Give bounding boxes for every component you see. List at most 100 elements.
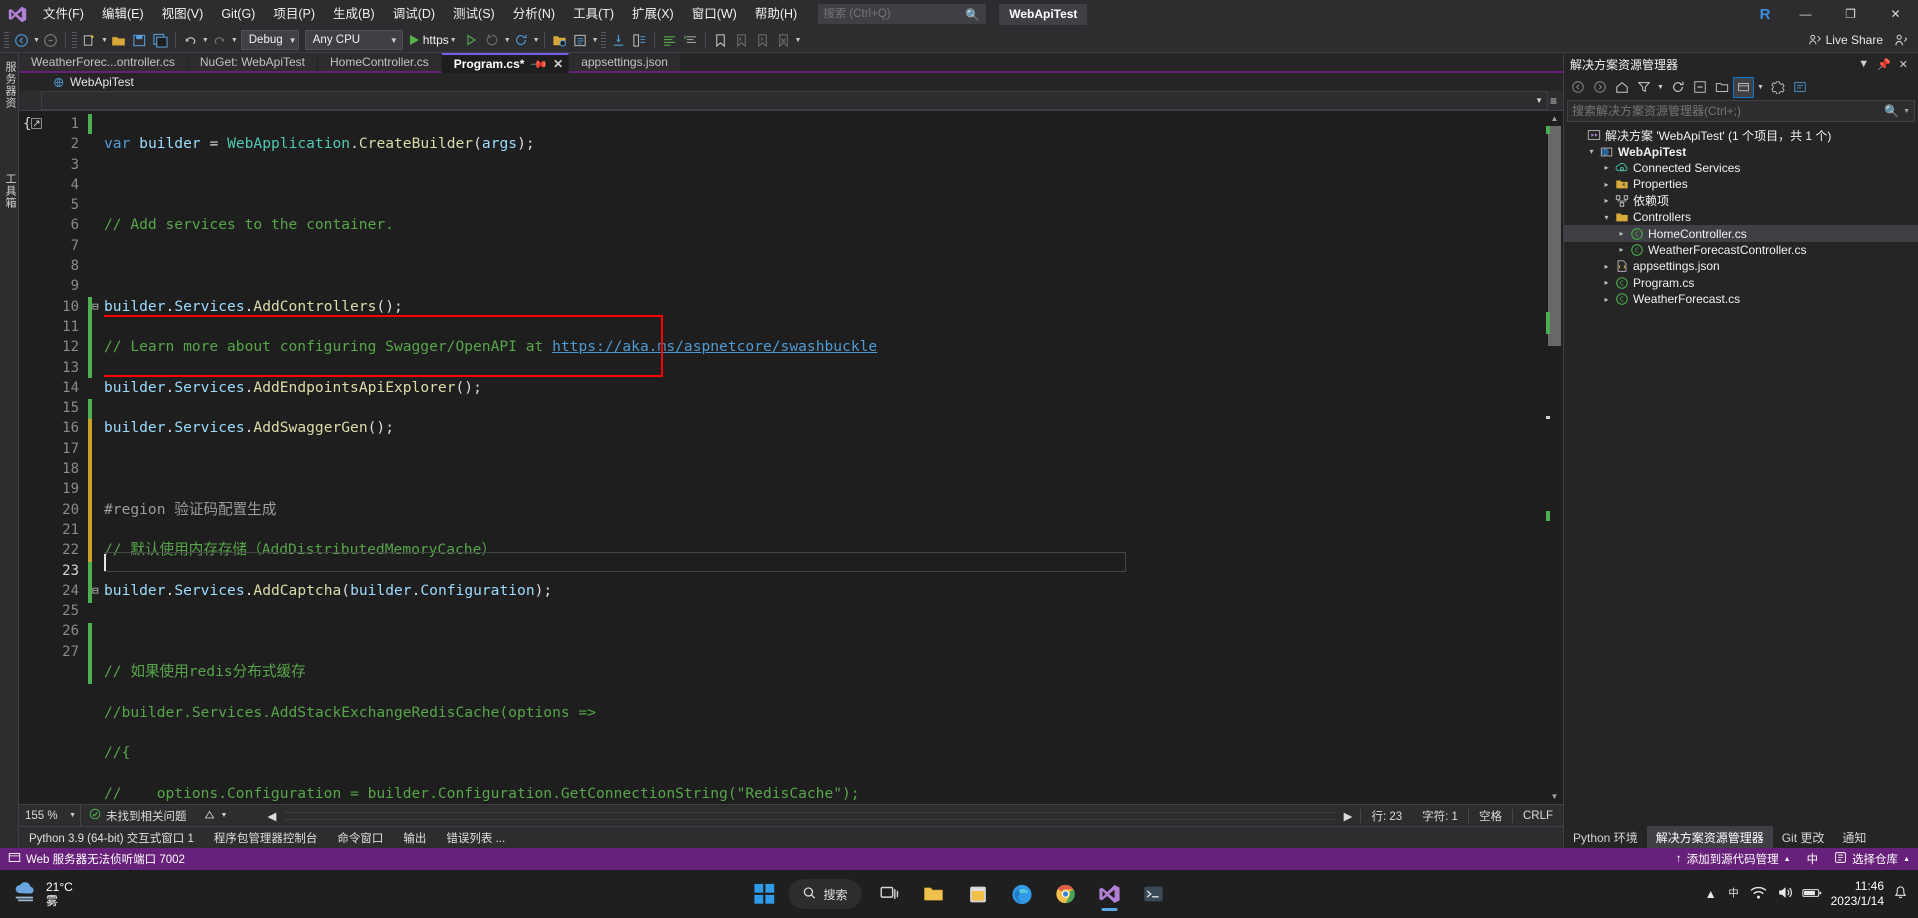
file-explorer-button[interactable] [914, 874, 954, 914]
new-project-dropdown-icon[interactable]: ▼ [101, 37, 108, 44]
panel-pin-icon[interactable]: 📌 [1873, 58, 1895, 71]
view-chevron-icon[interactable]: ▼ [1755, 77, 1766, 98]
navigation-member-dropdown[interactable]: ▼ [41, 91, 1548, 110]
error-list-label[interactable]: 错误列表 ... [436, 827, 515, 849]
twisty-closed-8[interactable]: ▸ [1600, 262, 1613, 271]
solution-explorer-search-input[interactable] [1572, 104, 1885, 118]
back-icon[interactable] [1567, 77, 1588, 98]
terminal-button[interactable] [1134, 874, 1174, 914]
menu-tools[interactable]: 工具(T) [564, 0, 623, 28]
select-repository-button[interactable]: 选择仓库 ▲ [1826, 848, 1918, 870]
expand-outlining-icon[interactable] [30, 117, 43, 133]
google-chrome-button[interactable] [1046, 874, 1086, 914]
forward-icon[interactable] [1589, 77, 1610, 98]
tab-homecontroller[interactable]: HomeController.cs [318, 53, 442, 73]
refresh-icon[interactable] [511, 29, 532, 51]
hot-reload-dropdown-icon[interactable]: ▼ [504, 37, 511, 44]
microsoft-store-button[interactable] [958, 874, 998, 914]
tab-appsettings-json[interactable]: appsettings.json [569, 53, 681, 73]
twisty-closed-3[interactable]: ▸ [1600, 180, 1613, 189]
intellicode-indicator[interactable]: ▼ [195, 805, 236, 827]
navigate-backward-dropdown-icon[interactable]: ▼ [33, 37, 40, 44]
scroll-left-icon[interactable]: ◀ [259, 805, 284, 827]
ime-tray-icon[interactable]: 中 [1726, 885, 1741, 903]
solution-explorer-search-box[interactable]: 🔍 ▼ [1567, 100, 1915, 122]
zoom-control[interactable]: 155 % ▼ [19, 804, 81, 827]
tree-item-connected-services[interactable]: ▸ Connected Services [1564, 160, 1918, 176]
tree-item-properties[interactable]: ▸ Properties [1564, 176, 1918, 192]
tree-item-weatherforecastcontroller[interactable]: ▸ C WeatherForecastController.cs [1564, 242, 1918, 258]
ime-indicator[interactable]: 中 [1799, 848, 1827, 870]
weather-widget[interactable]: 21°C 雾 [0, 879, 150, 909]
horizontal-scrollbar[interactable] [284, 811, 1336, 820]
start-button[interactable] [744, 874, 784, 914]
next-bookmark-icon[interactable] [752, 29, 773, 51]
tab-weatherforecastcontroller[interactable]: WeatherForec...ontroller.cs [19, 53, 188, 73]
volume-icon[interactable] [1776, 884, 1793, 904]
menu-edit[interactable]: 编辑(E) [93, 0, 153, 28]
fold-region-icon[interactable]: ⊟ [92, 297, 104, 317]
open-file-icon[interactable] [108, 29, 129, 51]
indentation-indicator[interactable]: 空格 [1469, 805, 1512, 827]
clear-bookmarks-icon[interactable] [773, 29, 794, 51]
package-manager-console-label[interactable]: 程序包管理器控制台 [204, 827, 328, 849]
collapse-all-icon[interactable] [1689, 77, 1710, 98]
previous-bookmark-icon[interactable] [731, 29, 752, 51]
taskbar-clock[interactable]: 11:46 2023/1/14 [1831, 879, 1884, 909]
twisty-closed-4[interactable]: ▸ [1600, 196, 1613, 205]
start-debug-dropdown-icon[interactable]: ▼ [450, 37, 457, 44]
toolbar-grip-2[interactable] [71, 32, 77, 48]
menu-view[interactable]: 视图(V) [153, 0, 213, 28]
outlining-margin[interactable]: ⊟ ⊟ [92, 111, 104, 804]
glyph-margin[interactable]: { [19, 111, 45, 804]
refresh-solution-icon[interactable] [1667, 77, 1688, 98]
tab-program-cs[interactable]: Program.cs* 📌 ✕ [441, 53, 570, 73]
network-icon[interactable] [1750, 884, 1767, 904]
scroll-right-icon[interactable]: ▶ [1336, 805, 1361, 827]
maximize-button[interactable]: ❐ [1828, 0, 1873, 28]
swashbuckle-link[interactable]: https://aka.ms/aspnetcore/swashbuckle [552, 338, 877, 355]
search-chevron-icon[interactable]: ▼ [1903, 108, 1910, 115]
toggle-bookmark-icon[interactable] [710, 29, 731, 51]
properties-window-icon[interactable] [1767, 77, 1788, 98]
code-editor[interactable]: { 123456789 10 11 12 13 14 15 16 17 18 19 20 21 22 … [19, 111, 1563, 804]
start-debug-button[interactable]: https ▼ [406, 29, 461, 51]
menu-project[interactable]: 项目(P) [264, 0, 324, 28]
preview-selected-items-icon[interactable] [1789, 77, 1810, 98]
refresh-dropdown-icon[interactable]: ▼ [533, 37, 540, 44]
solution-explorer-dropdown-icon[interactable]: ▼ [592, 37, 599, 44]
show-all-files-icon[interactable] [1711, 77, 1732, 98]
step-over-icon[interactable] [629, 29, 650, 51]
minimize-button[interactable]: — [1783, 0, 1828, 28]
save-all-icon[interactable] [150, 29, 171, 51]
tray-expand-icon[interactable]: ▲ [1705, 887, 1717, 901]
solution-tree[interactable]: 解决方案 'WebApiTest' (1 个项目，共 1 个) ▾ WebApi… [1564, 125, 1918, 826]
menu-build[interactable]: 生成(B) [324, 0, 384, 28]
toolbar-grip-3[interactable] [600, 32, 606, 48]
menu-analyze[interactable]: 分析(N) [504, 0, 564, 28]
twisty-open-5[interactable]: ▾ [1600, 213, 1613, 222]
tab-nuget-webapitest[interactable]: NuGet: WebApiTest [187, 53, 319, 73]
fold-if-icon[interactable]: ⊟ [92, 581, 104, 601]
taskbar-search-button[interactable]: 搜索 [788, 879, 862, 909]
scrollbar-track[interactable] [1546, 126, 1561, 789]
twisty-closed-9[interactable]: ▸ [1600, 278, 1613, 287]
tab-git-changes[interactable]: Git 更改 [1773, 826, 1834, 848]
global-search-box[interactable]: 🔍 [818, 4, 987, 24]
global-search-input[interactable] [823, 8, 969, 20]
menu-file[interactable]: 文件(F) [34, 0, 93, 28]
account-avatar[interactable]: R [1747, 6, 1783, 23]
menu-debug[interactable]: 调试(D) [384, 0, 444, 28]
tree-item-weatherforecast-cs[interactable]: ▸ C WeatherForecast.cs [1564, 291, 1918, 307]
filter-chevron-icon[interactable]: ▼ [1655, 77, 1666, 98]
menu-git[interactable]: Git(G) [212, 0, 264, 28]
undo-dropdown-icon[interactable]: ▼ [202, 37, 209, 44]
toolbar-overflow-icon[interactable]: ▼ [795, 37, 802, 44]
tab-solution-explorer[interactable]: 解决方案资源管理器 [1646, 826, 1773, 848]
server-explorer-tab[interactable]: 服务器资 [2, 61, 18, 109]
output-window-label[interactable]: 输出 [393, 827, 436, 849]
toolbox-tab[interactable]: 工具箱 [2, 173, 18, 209]
select-folder-icon[interactable] [549, 29, 570, 51]
editor-vertical-scrollbar[interactable]: ▲ ▼ [1546, 111, 1563, 804]
new-project-icon[interactable] [79, 29, 100, 51]
